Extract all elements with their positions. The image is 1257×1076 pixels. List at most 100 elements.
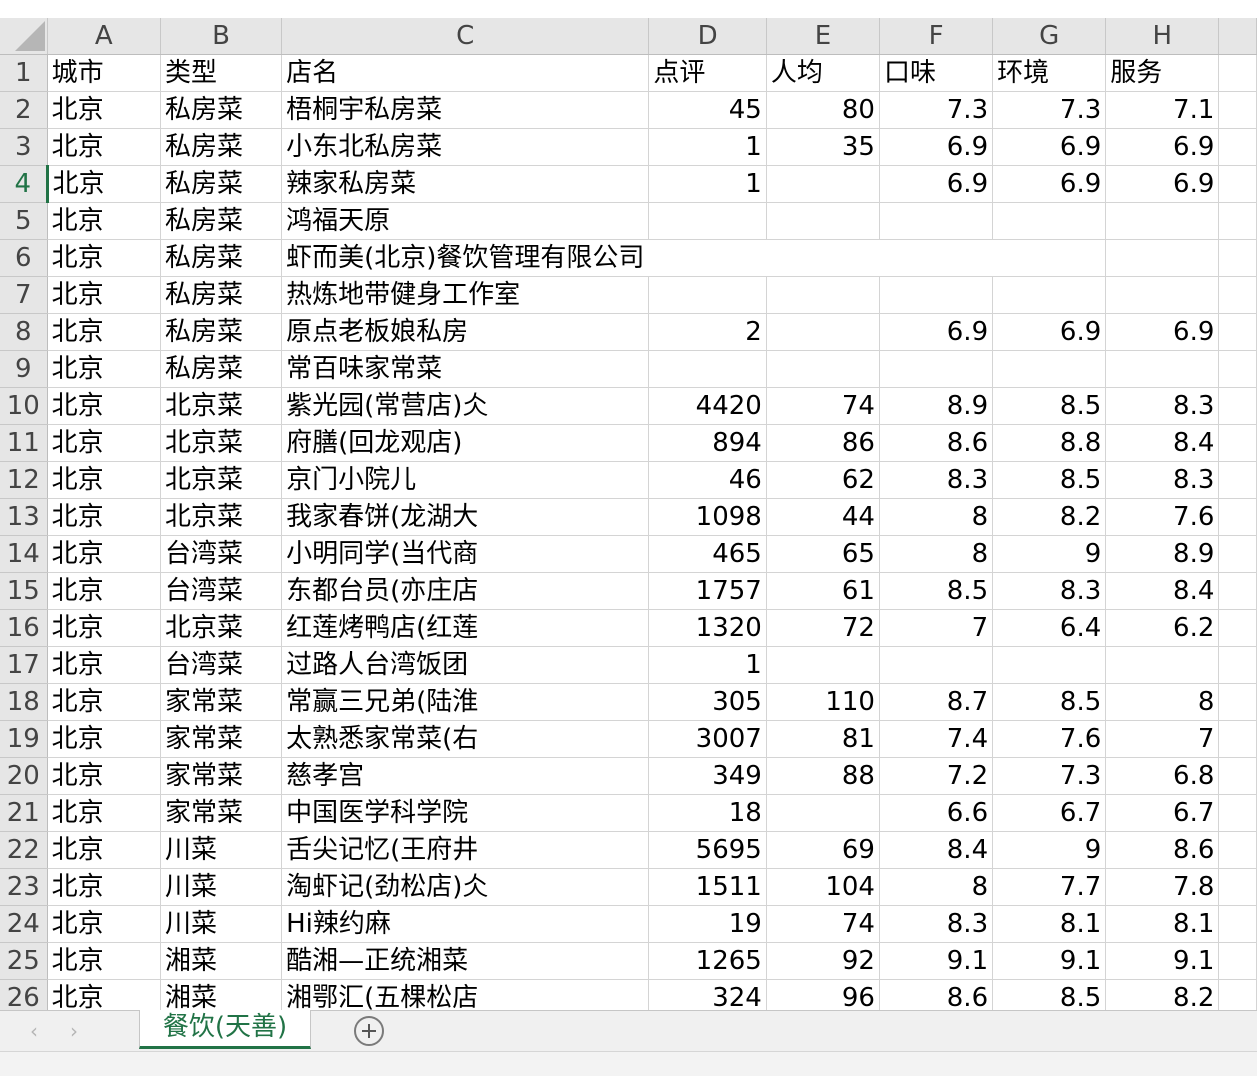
cell-g4[interactable]: 6.9: [992, 165, 1107, 203]
cell-c13[interactable]: 我家春饼(龙湖大: [281, 498, 650, 536]
cell-g24[interactable]: 8.1: [992, 905, 1107, 943]
cell-e4[interactable]: [766, 165, 880, 203]
cell-b5[interactable]: 私房菜: [160, 202, 283, 240]
cell-h24[interactable]: 8.1: [1105, 905, 1220, 943]
row-header-14[interactable]: 14: [0, 535, 48, 573]
cell-f6[interactable]: [879, 239, 993, 277]
cell-i23[interactable]: [1218, 868, 1257, 906]
cell-a23[interactable]: 北京: [47, 868, 162, 906]
row-header-7[interactable]: 7: [0, 276, 48, 314]
cell-a2[interactable]: 北京: [47, 91, 162, 129]
cell-b22[interactable]: 川菜: [160, 831, 283, 869]
cell-f9[interactable]: [879, 350, 994, 388]
cell-d9[interactable]: [648, 350, 767, 388]
cell-f14[interactable]: 8: [879, 535, 994, 573]
spreadsheet-grid[interactable]: A B C D E F G H 1 城市 类型 店名 点评 人均 口味 环境 服务 2 北京 私房菜梧…: [0, 18, 1257, 1017]
cell-f23[interactable]: 8: [879, 868, 994, 906]
cell-i15[interactable]: [1218, 572, 1257, 610]
row-header-6[interactable]: 6: [0, 239, 48, 277]
cell-i3[interactable]: [1218, 128, 1257, 166]
cell-d2[interactable]: 45: [648, 91, 767, 129]
row-header-13[interactable]: 13: [0, 498, 48, 536]
cell-i6[interactable]: [1218, 239, 1257, 277]
cell-h6[interactable]: [1105, 239, 1220, 277]
cell-g16[interactable]: 6.4: [992, 609, 1107, 647]
cell-g22[interactable]: 9: [992, 831, 1107, 869]
cell-b3[interactable]: 私房菜: [160, 128, 283, 166]
cell-a20[interactable]: 北京: [47, 757, 162, 795]
cell-g5[interactable]: [992, 202, 1107, 240]
cell-g12[interactable]: 8.5: [992, 461, 1107, 499]
cell-i13[interactable]: [1218, 498, 1257, 536]
cell-e7[interactable]: [766, 276, 880, 314]
cell-a19[interactable]: 北京: [47, 720, 162, 758]
cell-d24[interactable]: 19: [648, 905, 767, 943]
cell-f17[interactable]: [879, 646, 994, 684]
cell-b23[interactable]: 川菜: [160, 868, 283, 906]
cell-d23[interactable]: 1511: [648, 868, 767, 906]
cell-c6[interactable]: 虾而美(北京)餐饮管理有限公司: [281, 239, 649, 277]
column-header-d[interactable]: D: [648, 18, 767, 55]
cell-i22[interactable]: [1218, 831, 1257, 869]
cell-g7[interactable]: [992, 276, 1107, 314]
column-header-next[interactable]: [1218, 18, 1257, 55]
cell-d11[interactable]: 894: [648, 424, 767, 462]
cell-h17[interactable]: [1105, 646, 1220, 684]
cell-c20[interactable]: 慈孝宫: [281, 757, 650, 795]
cell-g11[interactable]: 8.8: [992, 424, 1107, 462]
cell-c21[interactable]: 中国医学科学院: [281, 794, 650, 832]
cell-i18[interactable]: [1218, 683, 1257, 721]
row-header-16[interactable]: 16: [0, 609, 48, 647]
cell-h13[interactable]: 7.6: [1105, 498, 1220, 536]
cell-e1[interactable]: 人均: [766, 54, 880, 92]
cell-i16[interactable]: [1218, 609, 1257, 647]
cell-g6[interactable]: [992, 239, 1107, 277]
cell-b17[interactable]: 台湾菜: [160, 646, 283, 684]
cell-f8[interactable]: 6.9: [879, 313, 994, 351]
cell-f1[interactable]: 口味: [879, 54, 994, 92]
cell-a13[interactable]: 北京: [47, 498, 162, 536]
cell-d20[interactable]: 349: [648, 757, 767, 795]
cell-i1[interactable]: [1218, 54, 1257, 92]
row-header-2[interactable]: 2: [0, 91, 48, 129]
cell-c4[interactable]: 辣家私房菜: [281, 165, 650, 203]
cell-d13[interactable]: 1098: [648, 498, 767, 536]
cell-d4[interactable]: 1: [648, 165, 767, 203]
cell-e22[interactable]: 69: [766, 831, 880, 869]
cell-g18[interactable]: 8.5: [992, 683, 1107, 721]
cell-c16[interactable]: 红莲烤鸭店(红莲: [281, 609, 650, 647]
cell-g17[interactable]: [992, 646, 1107, 684]
cell-d5[interactable]: [648, 202, 767, 240]
cell-c5[interactable]: 鸿福天原: [281, 202, 650, 240]
cell-b25[interactable]: 湘菜: [160, 942, 283, 980]
cell-i14[interactable]: [1218, 535, 1257, 573]
cell-d16[interactable]: 1320: [648, 609, 767, 647]
cell-i24[interactable]: [1218, 905, 1257, 943]
cell-h23[interactable]: 7.8: [1105, 868, 1220, 906]
cell-i19[interactable]: [1218, 720, 1257, 758]
cell-h9[interactable]: [1105, 350, 1220, 388]
cell-h15[interactable]: 8.4: [1105, 572, 1220, 610]
cell-g23[interactable]: 7.7: [992, 868, 1107, 906]
cell-b4[interactable]: 私房菜: [160, 165, 283, 203]
cell-b6[interactable]: 私房菜: [160, 239, 283, 277]
cell-f24[interactable]: 8.3: [879, 905, 994, 943]
cell-i4[interactable]: [1218, 165, 1257, 203]
cell-a11[interactable]: 北京: [47, 424, 162, 462]
row-header-17[interactable]: 17: [0, 646, 48, 684]
cell-d7[interactable]: [648, 276, 767, 314]
cell-g25[interactable]: 9.1: [992, 942, 1107, 980]
row-header-19[interactable]: 19: [0, 720, 48, 758]
cell-f15[interactable]: 8.5: [879, 572, 994, 610]
cell-d1[interactable]: 点评: [648, 54, 767, 92]
cell-b24[interactable]: 川菜: [160, 905, 283, 943]
cell-e18[interactable]: 110: [766, 683, 880, 721]
cell-f21[interactable]: 6.6: [879, 794, 994, 832]
cell-d22[interactable]: 5695: [648, 831, 767, 869]
cell-h12[interactable]: 8.3: [1105, 461, 1220, 499]
prev-sheet-arrow-icon[interactable]: ‹: [30, 1019, 38, 1043]
cell-a18[interactable]: 北京: [47, 683, 162, 721]
cell-c7[interactable]: 热炼地带健身工作室: [281, 276, 650, 314]
cell-c25[interactable]: 酷湘—正统湘菜: [281, 942, 650, 980]
cell-i9[interactable]: [1218, 350, 1257, 388]
